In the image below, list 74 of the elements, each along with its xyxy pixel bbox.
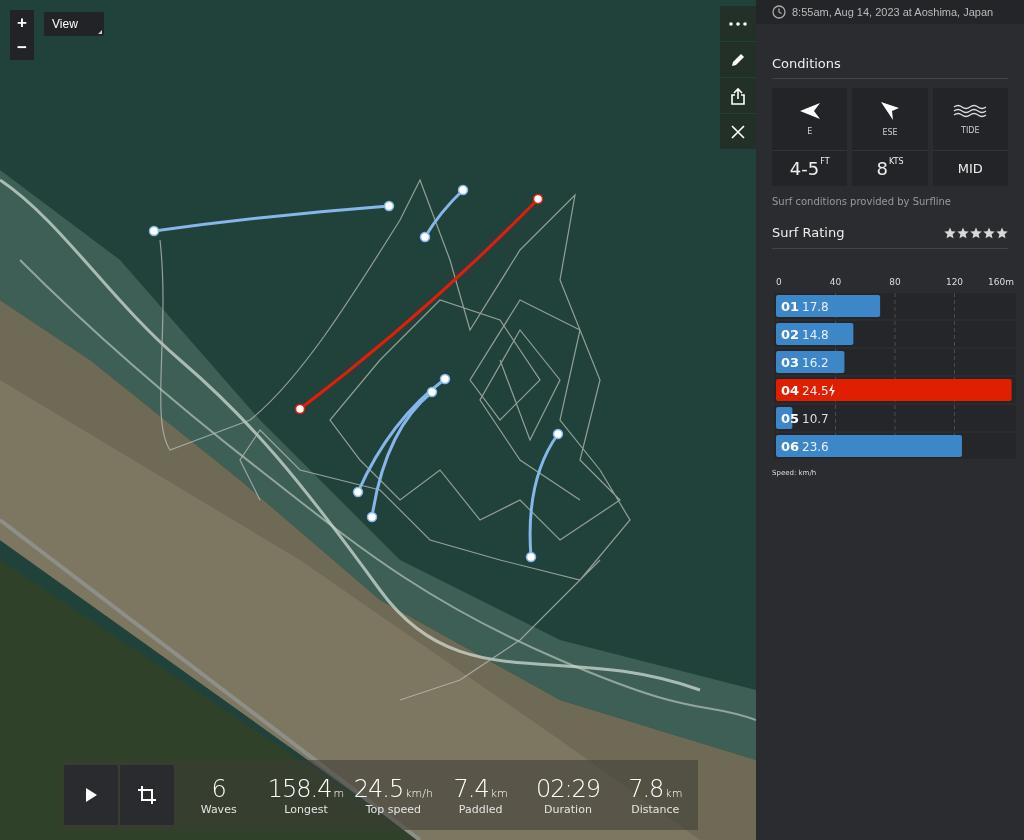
stat-value: 02:29: [535, 774, 601, 803]
star-icon: [970, 226, 982, 239]
speed-value: 24.5: [802, 384, 829, 398]
speed-value: 14.8: [802, 328, 829, 342]
section-title: Conditions: [772, 56, 1008, 79]
wave-track[interactable]: [525, 428, 564, 563]
axis-tick-label: 120: [945, 277, 964, 287]
arrow-icon: [881, 101, 899, 120]
stat-value: 24.5: [353, 774, 404, 803]
more-button[interactable]: [720, 6, 756, 41]
more-icon: [729, 21, 747, 26]
wave-number: 01: [781, 299, 800, 314]
star-icon: [944, 226, 956, 239]
credit-text: Surf conditions provided by Surfline: [772, 196, 952, 207]
speed-value: 10.7: [802, 412, 829, 426]
speed-value: 17.8: [802, 300, 829, 314]
view-dropdown[interactable]: View: [44, 12, 104, 36]
close-button[interactable]: [720, 114, 756, 149]
pencil-icon: [730, 51, 746, 68]
condition-unit: FT: [820, 157, 830, 166]
wave-track[interactable]: [352, 373, 451, 498]
crop-button[interactable]: [120, 765, 174, 825]
stat-unit: km/h: [405, 786, 433, 800]
axis-tick-label: 160m: [988, 277, 1014, 287]
stat-label: Top speed: [365, 802, 421, 816]
stat-label: Duration: [544, 802, 592, 816]
crop-icon: [138, 786, 156, 804]
clock-icon: [772, 5, 786, 19]
session-time: 8:55am, Aug 14, 2023 at Aoshima, Japan: [792, 6, 994, 18]
edit-button[interactable]: [720, 42, 756, 77]
condition-value: 4-5: [789, 158, 820, 179]
stat-label: Distance: [631, 802, 680, 816]
speed-value: 16.2: [802, 356, 829, 370]
speed-value: 23.6: [802, 440, 829, 454]
close-icon: [731, 124, 745, 139]
wave-track[interactable]: [419, 184, 469, 243]
arrow-icon: [799, 102, 820, 119]
star-icon: [983, 226, 995, 239]
stat-value: 158.4: [267, 774, 332, 803]
star-icon: [996, 226, 1008, 239]
wave-number: 02: [781, 327, 800, 342]
condition-value: 8: [876, 158, 888, 179]
lightning-icon: [829, 384, 835, 397]
wave-track[interactable]: [366, 386, 438, 523]
stat-unit: m: [333, 786, 345, 800]
stat-label: Longest: [284, 802, 328, 816]
stat-value: 7.4: [453, 774, 489, 803]
wave-number: 06: [781, 439, 800, 454]
condition-label: TIDE: [961, 125, 980, 135]
stat-label: Waves: [200, 802, 237, 816]
section-title: Surf Rating: [772, 225, 845, 240]
share-icon: [730, 86, 746, 105]
top-wave-track[interactable]: [294, 193, 544, 415]
axis-tick-label: 40: [829, 277, 842, 287]
stat-value: 7.8: [628, 774, 664, 803]
stat-unit: km: [490, 786, 508, 800]
waves-icon: [953, 103, 988, 118]
axis-tick-label: 0: [776, 277, 782, 287]
play-icon: [85, 788, 97, 802]
share-button[interactable]: [720, 78, 756, 113]
condition-unit: KTS: [888, 157, 904, 166]
axis-tick-label: 80: [889, 277, 901, 287]
stat-unit: km: [665, 786, 683, 800]
wave-track[interactable]: [148, 200, 395, 237]
stat-label: Paddled: [458, 802, 503, 816]
wave-number: 04: [781, 383, 800, 398]
wave-bar[interactable]: [776, 351, 845, 373]
condition-value: MID: [957, 161, 983, 176]
wave-number: 03: [781, 355, 800, 370]
condition-label: E: [807, 126, 813, 136]
star-icon: [957, 226, 969, 239]
condition-label: ESE: [882, 127, 898, 137]
stat-value: 6: [211, 774, 226, 803]
play-button[interactable]: [64, 765, 118, 825]
